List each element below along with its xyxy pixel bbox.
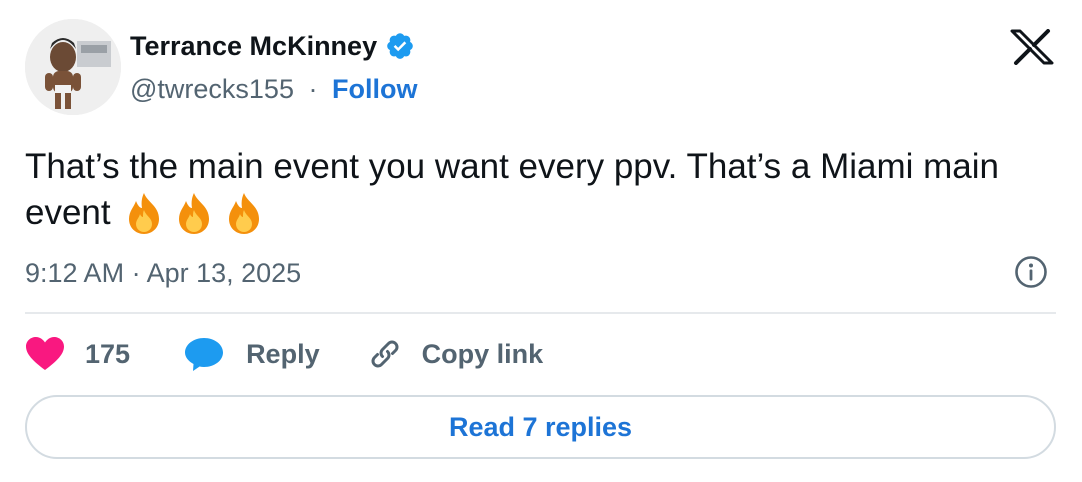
fire-emoji-icon <box>128 193 159 234</box>
tweet-embed-card: Terrance McKinney @twrecks155 · Follow T… <box>0 0 1082 482</box>
verified-badge-icon <box>387 33 413 59</box>
reply-button[interactable]: Reply <box>184 336 320 372</box>
avatar[interactable] <box>25 19 121 115</box>
fire-emoji-icon <box>228 193 259 234</box>
like-button[interactable]: 175 <box>25 336 130 372</box>
like-count: 175 <box>85 338 131 369</box>
x-logo-icon[interactable] <box>1008 29 1056 65</box>
fire-emoji-icon <box>178 193 209 234</box>
copy-link-label: Copy link <box>421 338 544 369</box>
heart-icon <box>26 337 64 370</box>
author-name[interactable]: Terrance McKinney <box>130 29 377 63</box>
read-replies-button[interactable]: Read 7 replies <box>25 395 1056 459</box>
author-name-row[interactable]: Terrance McKinney <box>130 29 415 63</box>
reply-label: Reply <box>246 338 320 369</box>
action-bar: 175 Reply Copy link <box>25 334 543 374</box>
handle-row: @twrecks155 · Follow <box>130 72 417 106</box>
info-icon[interactable] <box>1014 255 1048 289</box>
separator-dot: · <box>308 74 318 104</box>
author-handle[interactable]: @twrecks155 <box>130 74 294 104</box>
copy-link-button[interactable]: Copy link <box>366 335 544 373</box>
reply-bubble-icon <box>185 338 224 371</box>
read-replies-label: Read 7 replies <box>448 411 633 442</box>
avatar-image <box>25 19 121 115</box>
link-icon <box>371 340 399 368</box>
tweet-text: That’s the main event you want every ppv… <box>25 144 1045 236</box>
follow-link[interactable]: Follow <box>332 74 417 104</box>
tweet-timestamp[interactable]: 9:12 AM · Apr 13, 2025 <box>25 256 301 290</box>
divider <box>25 312 1056 314</box>
fire-emoji-group <box>111 193 267 234</box>
